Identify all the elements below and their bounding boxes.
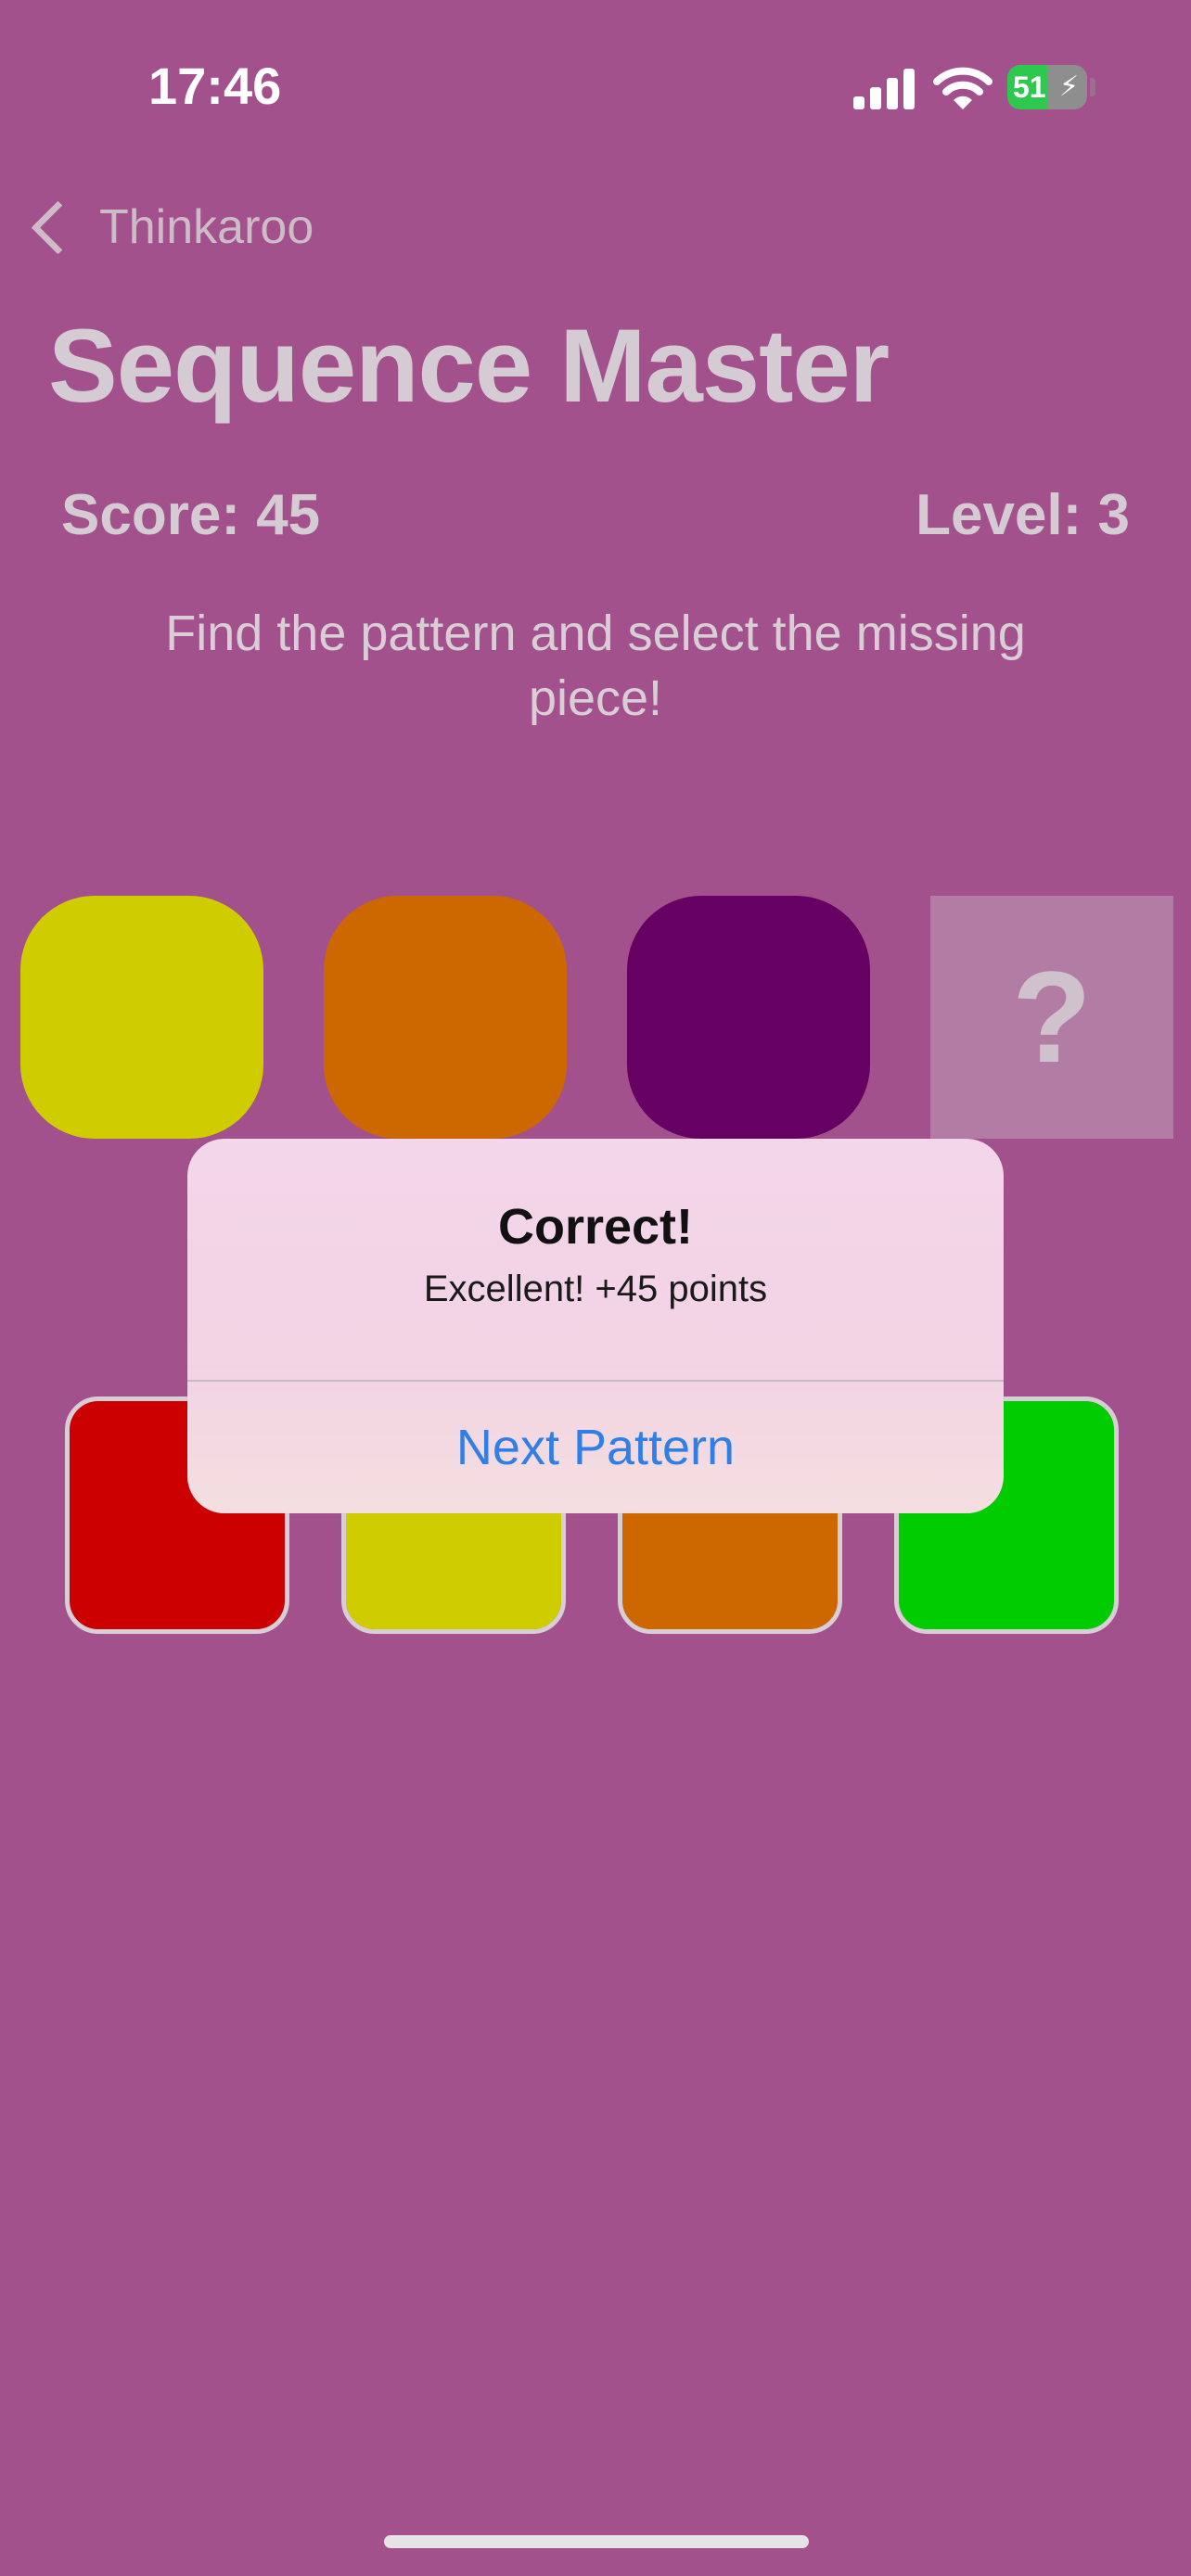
chevron-left-icon <box>31 200 85 254</box>
battery-percentage: 51 <box>1013 70 1046 104</box>
back-button[interactable]: Thinkaroo <box>26 195 314 260</box>
score-label: Score: 45 <box>61 483 321 547</box>
alert-message: Excellent! +45 points <box>423 1269 768 1309</box>
question-mark: ? <box>1012 944 1092 1090</box>
home-indicator[interactable] <box>384 2535 809 2548</box>
battery-nub <box>1090 78 1095 96</box>
battery-icon: 51 ⚡ <box>1007 65 1087 109</box>
sequence-tile <box>324 896 567 1139</box>
result-alert: Correct! Excellent! +45 points Next Patt… <box>187 1139 1004 1513</box>
page-title: Sequence Master <box>48 308 890 424</box>
cellular-signal-icon <box>853 67 915 109</box>
charging-bolt-icon: ⚡ <box>1059 71 1080 102</box>
sequence-tile <box>20 896 263 1139</box>
back-label: Thinkaroo <box>99 200 314 254</box>
status-time: 17:46 <box>148 57 282 115</box>
wifi-icon <box>933 65 992 111</box>
alert-title: Correct! <box>497 1199 694 1255</box>
level-label: Level: 3 <box>916 483 1130 547</box>
missing-tile: ? <box>930 896 1173 1139</box>
instructions-text: Find the pattern and select the missing … <box>165 606 1026 726</box>
next-pattern-button[interactable]: Next Pattern <box>187 1382 1004 1513</box>
sequence-tile <box>627 896 870 1139</box>
